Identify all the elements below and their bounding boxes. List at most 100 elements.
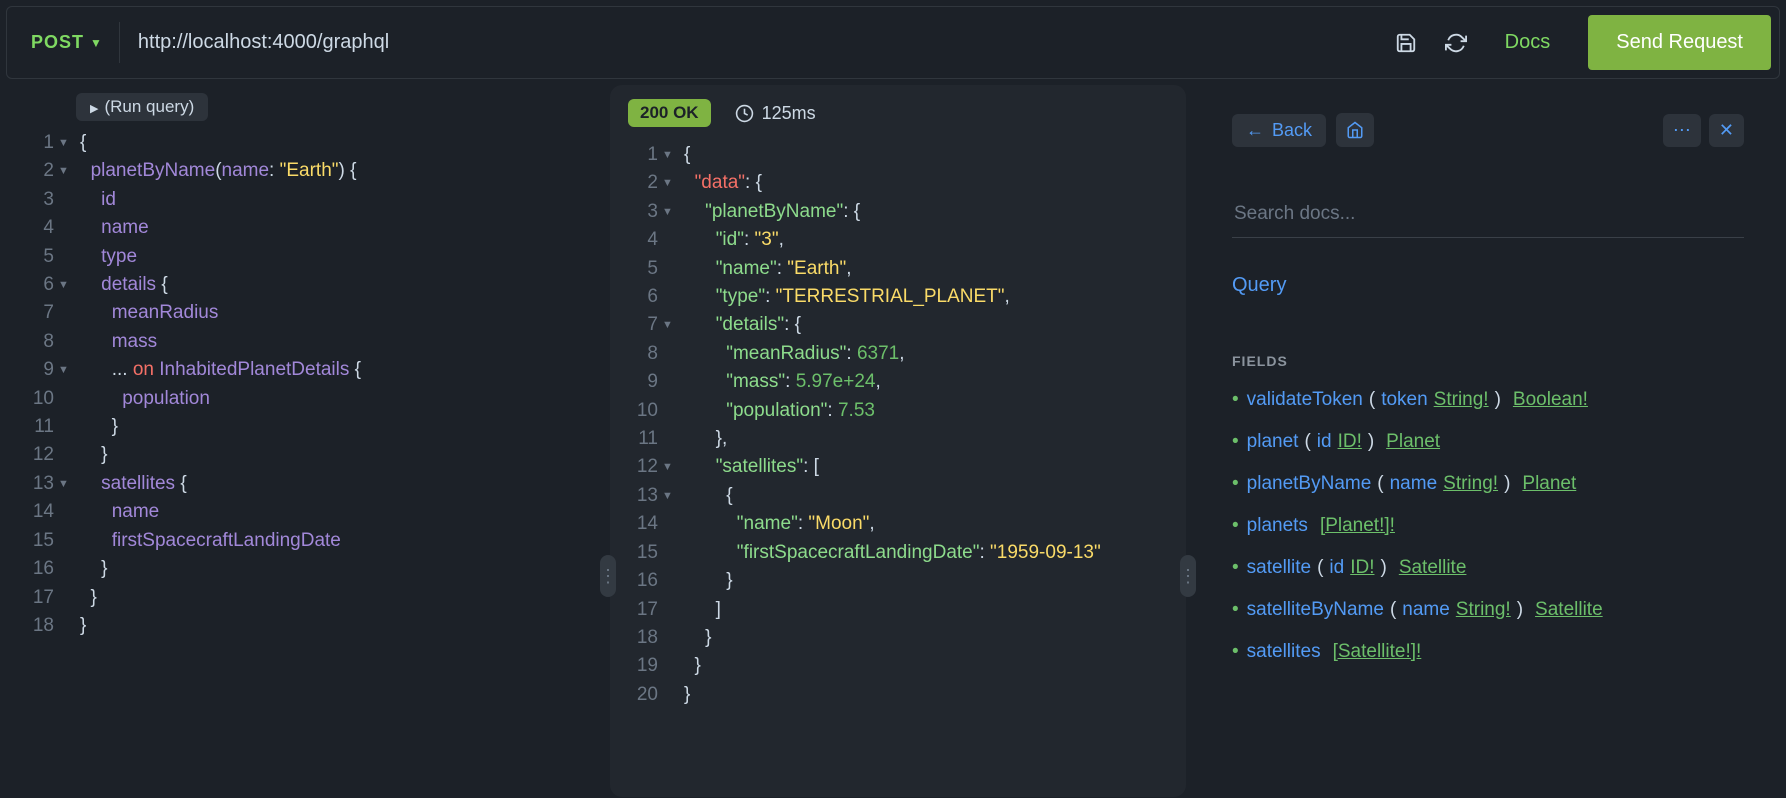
code-line[interactable]: 5 type [6,243,602,271]
code-line[interactable]: 4 name [6,214,602,242]
code-line[interactable]: 15 firstSpacecraftLandingDate [6,527,602,555]
code-line[interactable]: 14 name [6,498,602,526]
docs-toggle[interactable]: Docs [1495,31,1561,54]
query-editor-panel: (Run query) 1{2 planetByName(name: "Eart… [6,85,602,797]
docs-home-button[interactable] [1336,113,1374,147]
code-line[interactable]: 6 details { [6,271,602,299]
docs-arg-name[interactable]: name [1402,599,1450,621]
fold-toggle-icon[interactable] [58,271,76,299]
fold-toggle-icon [662,624,680,652]
docs-back-button[interactable]: ← Back [1232,114,1326,147]
save-icon[interactable] [1395,32,1417,54]
code-line[interactable]: 17 ] [610,596,1186,624]
docs-return-type[interactable]: Satellite [1399,557,1467,579]
reload-icon[interactable] [1445,32,1467,54]
code-line[interactable]: 12 } [6,441,602,469]
line-number: 4 [6,214,58,242]
docs-search-input[interactable] [1232,191,1744,238]
docs-arg-name[interactable]: token [1381,389,1427,411]
docs-arg-type[interactable]: ID! [1350,557,1374,579]
docs-arg-type[interactable]: String! [1456,599,1511,621]
run-query-button[interactable]: (Run query) [76,93,208,121]
code-line[interactable]: 3 id [6,186,602,214]
code-line[interactable]: 10 "population": 7.53 [610,397,1186,425]
docs-return-type[interactable]: Satellite [1535,599,1603,621]
code-line[interactable]: 18} [6,612,602,640]
fold-toggle-icon [58,186,76,214]
code-line[interactable]: 13 satellites { [6,470,602,498]
docs-return-type[interactable]: Planet [1522,473,1576,495]
docs-field-name[interactable]: satelliteByName [1247,599,1384,621]
code-line[interactable]: 20} [610,681,1186,709]
docs-fields-header: FIELDS [1232,353,1744,369]
url-input[interactable] [120,21,1395,64]
code-line[interactable]: 1{ [610,141,1186,169]
docs-arg-name[interactable]: id [1329,557,1344,579]
http-method-selector[interactable]: POST ▼ [15,22,120,63]
fold-toggle-icon[interactable] [58,470,76,498]
code-line[interactable]: 15 "firstSpacecraftLandingDate": "1959-0… [610,539,1186,567]
resize-handle-left[interactable]: ⋮ [600,555,616,597]
code-line[interactable]: 13 { [610,482,1186,510]
docs-return-type[interactable]: [Planet!]! [1320,515,1395,537]
code-line[interactable]: 18 } [610,624,1186,652]
code-line[interactable]: 1{ [6,129,602,157]
fold-toggle-icon[interactable] [662,169,680,197]
code-line[interactable]: 9 ... on InhabitedPlanetDetails { [6,356,602,384]
code-line[interactable]: 7 meanRadius [6,299,602,327]
result-viewer[interactable]: 1{2 "data": {3 "planetByName": {4 "id": … [610,141,1186,709]
code-line[interactable]: 8 mass [6,328,602,356]
docs-root-type[interactable]: Query [1232,274,1744,297]
docs-field-name[interactable]: validateToken [1247,389,1363,411]
docs-return-type[interactable]: [Satellite!]! [1333,641,1422,663]
resize-handle-right[interactable]: ⋮ [1180,555,1196,597]
docs-arg-type[interactable]: String! [1443,473,1498,495]
fold-toggle-icon [58,498,76,526]
line-number: 12 [6,441,58,469]
docs-field-name[interactable]: planets [1247,515,1308,537]
code-line[interactable]: 11 } [6,413,602,441]
code-line[interactable]: 16 } [6,555,602,583]
docs-arg-name[interactable]: id [1317,431,1332,453]
fold-toggle-icon[interactable] [662,482,680,510]
fold-toggle-icon[interactable] [662,311,680,339]
fold-toggle-icon[interactable] [662,141,680,169]
docs-arg-name[interactable]: name [1390,473,1438,495]
docs-close-button[interactable]: ✕ [1709,114,1744,147]
fold-toggle-icon[interactable] [58,129,76,157]
docs-field-name[interactable]: planet [1247,431,1299,453]
code-line[interactable]: 16 } [610,567,1186,595]
line-number: 11 [610,425,662,453]
code-line[interactable]: 2 "data": { [610,169,1186,197]
code-line[interactable]: 10 population [6,385,602,413]
code-line[interactable]: 12 "satellites": [ [610,453,1186,481]
docs-field-name[interactable]: satellite [1247,557,1311,579]
fold-toggle-icon[interactable] [662,453,680,481]
code-line[interactable]: 6 "type": "TERRESTRIAL_PLANET", [610,283,1186,311]
docs-return-type[interactable]: Planet [1386,431,1440,453]
latency-label: 125ms [735,103,816,124]
code-line[interactable]: 4 "id": "3", [610,226,1186,254]
code-line[interactable]: 14 "name": "Moon", [610,510,1186,538]
code-line[interactable]: 17 } [6,584,602,612]
status-badge: 200 OK [628,99,711,127]
fold-toggle-icon[interactable] [58,356,76,384]
docs-arg-type[interactable]: String! [1434,389,1489,411]
query-editor[interactable]: 1{2 planetByName(name: "Earth") {3 id4 n… [6,85,602,640]
fold-toggle-icon[interactable] [58,157,76,185]
docs-field-name[interactable]: satellites [1247,641,1321,663]
code-line[interactable]: 7 "details": { [610,311,1186,339]
docs-arg-type[interactable]: ID! [1338,431,1362,453]
code-line[interactable]: 3 "planetByName": { [610,198,1186,226]
code-line[interactable]: 19 } [610,652,1186,680]
code-line[interactable]: 5 "name": "Earth", [610,255,1186,283]
code-line[interactable]: 2 planetByName(name: "Earth") { [6,157,602,185]
send-request-button[interactable]: Send Request [1588,15,1771,70]
fold-toggle-icon[interactable] [662,198,680,226]
code-line[interactable]: 11 }, [610,425,1186,453]
code-line[interactable]: 8 "meanRadius": 6371, [610,340,1186,368]
docs-return-type[interactable]: Boolean! [1513,389,1588,411]
docs-more-button[interactable]: ⋯ [1663,114,1701,147]
docs-field-name[interactable]: planetByName [1247,473,1372,495]
code-line[interactable]: 9 "mass": 5.97e+24, [610,368,1186,396]
